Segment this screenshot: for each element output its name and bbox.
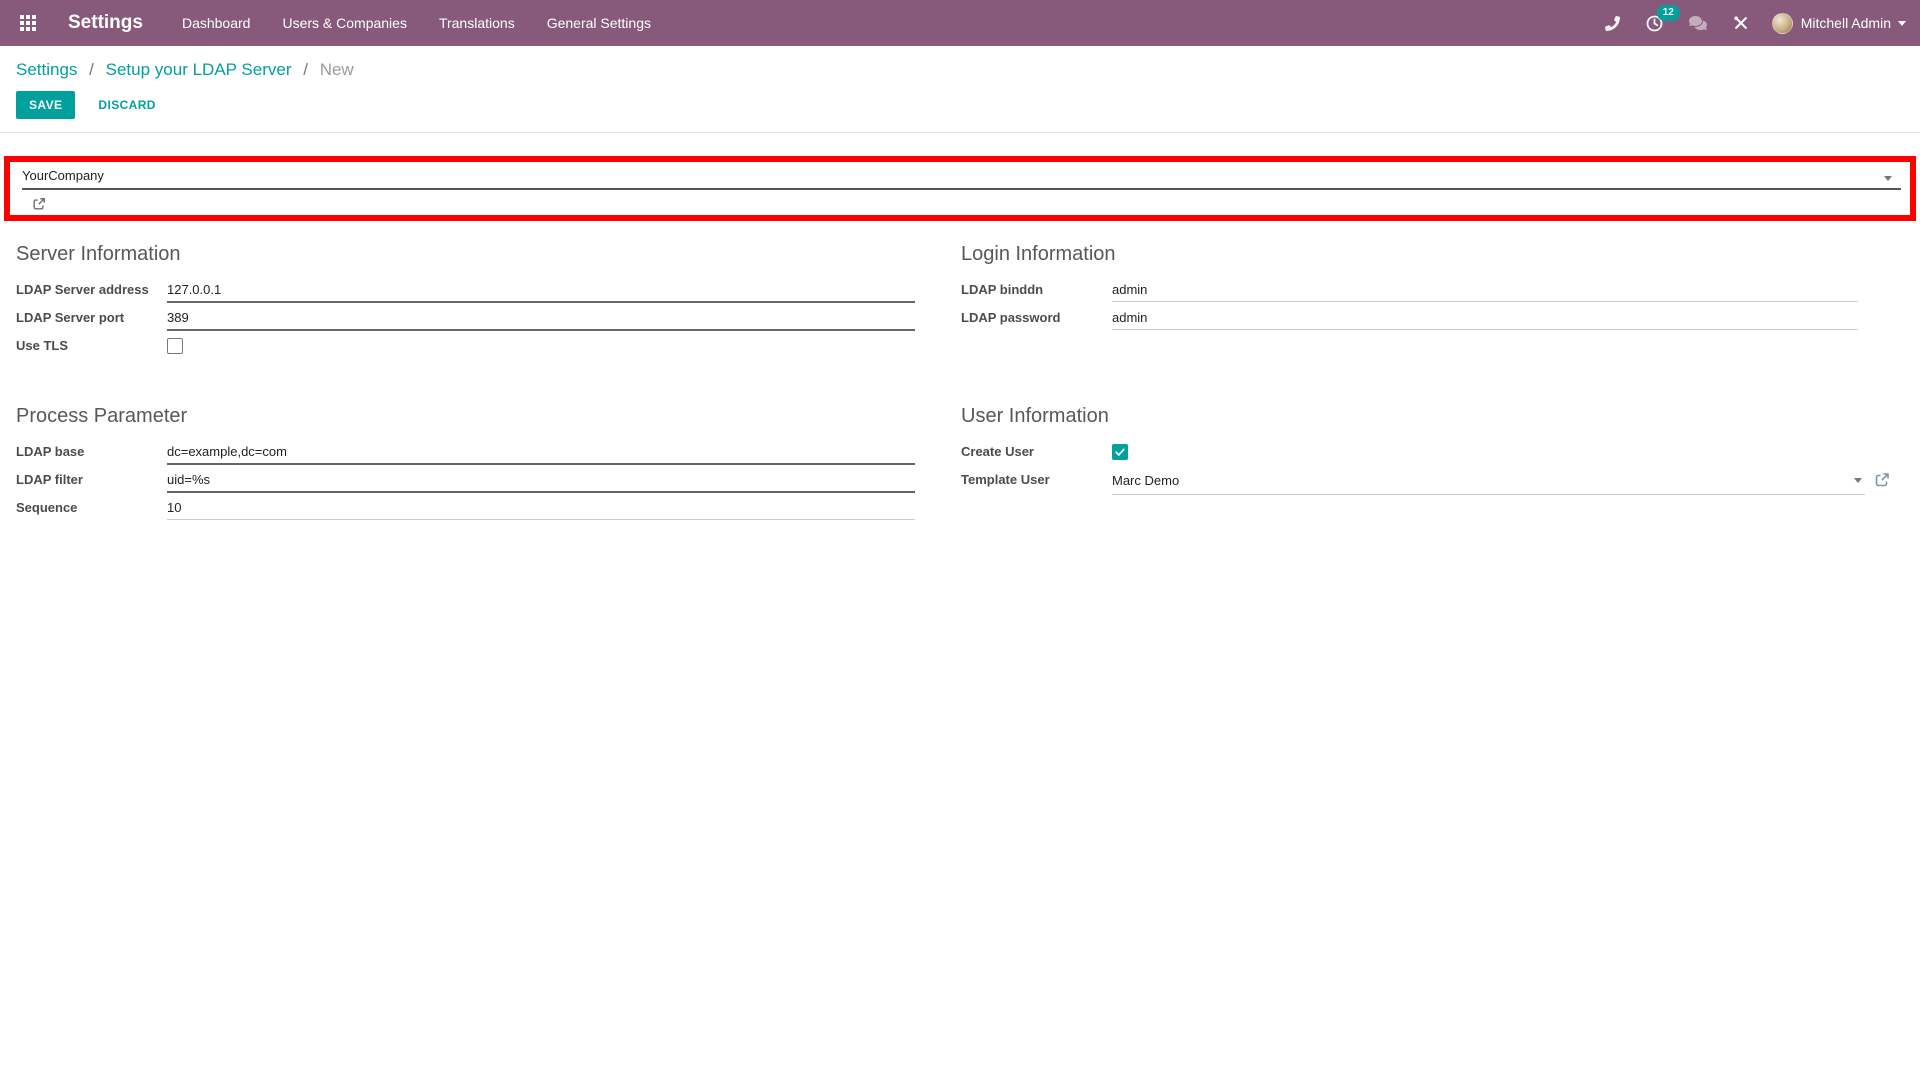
field-label: Use TLS <box>16 338 69 353</box>
systray: 12 Mitchell Admin <box>1592 4 1906 38</box>
breadcrumb-current: New <box>319 60 354 79</box>
apps-menu-button[interactable] <box>12 9 44 37</box>
field-row-ldap-address: LDAP Server address 127.0.0.1 <box>16 279 915 307</box>
top-navbar: Settings Dashboard Users & Companies Tra… <box>0 0 1920 46</box>
menu-item-general-settings[interactable]: General Settings <box>534 8 664 38</box>
chat-bubbles-icon <box>1688 15 1707 31</box>
ldap-server-form: Server Information LDAP Server address 1… <box>0 221 1920 525</box>
field-label: Create User <box>961 444 1034 459</box>
section-process-parameter: Process Parameter LDAP base dc=example,d… <box>16 405 915 525</box>
ldap-address-input[interactable]: 127.0.0.1 <box>167 279 915 303</box>
section-login-information: Login Information LDAP binddn admin LDAP… <box>961 243 1890 363</box>
apps-grid-icon <box>20 15 36 31</box>
breadcrumb-link-ldap[interactable]: Setup your LDAP Server <box>106 60 292 79</box>
menu-item-users-companies[interactable]: Users & Companies <box>269 8 420 38</box>
ldap-filter-input[interactable]: uid=%s <box>167 469 915 493</box>
breadcrumb-separator: / <box>89 60 94 79</box>
field-label: LDAP Server port <box>16 310 125 325</box>
control-panel: Settings / Setup your LDAP Server / New … <box>0 46 1920 133</box>
sequence-input[interactable]: 10 <box>167 497 915 520</box>
breadcrumb: Settings / Setup your LDAP Server / New <box>16 60 1904 80</box>
save-button[interactable]: SAVE <box>16 91 76 119</box>
breadcrumb-link-settings[interactable]: Settings <box>16 60 77 79</box>
external-link-icon[interactable] <box>1874 472 1890 488</box>
external-link-icon[interactable] <box>32 197 1901 211</box>
field-label: Sequence <box>16 500 78 515</box>
ldap-base-input[interactable]: dc=example,dc=com <box>167 441 915 465</box>
field-label: LDAP Server address <box>16 282 149 297</box>
section-title: Login Information <box>961 243 1116 265</box>
field-row-ldap-password: LDAP password admin <box>961 307 1890 335</box>
user-avatar <box>1771 12 1793 34</box>
dropdown-caret-icon[interactable] <box>1884 176 1892 181</box>
company-value: YourCompany <box>22 168 104 183</box>
section-server-information: Server Information LDAP Server address 1… <box>16 243 915 363</box>
control-panel-buttons: SAVE DISCARD <box>16 91 1904 119</box>
field-row-ldap-port: LDAP Server port 389 <box>16 307 915 335</box>
company-external-row <box>22 190 1901 212</box>
use-tls-checkbox[interactable] <box>167 338 183 354</box>
field-label: Template User <box>961 472 1050 487</box>
chevron-down-icon <box>1898 20 1906 26</box>
section-title: Server Information <box>16 243 181 265</box>
voip-button[interactable] <box>1592 10 1633 37</box>
activities-button[interactable]: 12 <box>1633 4 1680 38</box>
field-label: LDAP binddn <box>961 282 1044 297</box>
ldap-password-input[interactable]: admin <box>1112 307 1858 330</box>
tools-icon <box>1733 15 1749 31</box>
dropdown-caret-icon[interactable] <box>1854 478 1862 483</box>
menu-item-dashboard[interactable]: Dashboard <box>169 8 264 38</box>
breadcrumb-separator: / <box>303 60 308 79</box>
phone-icon <box>1604 15 1620 31</box>
discard-button[interactable]: DISCARD <box>92 91 161 119</box>
template-user-value: Marc Demo <box>1112 473 1180 488</box>
debug-tools-button[interactable] <box>1720 9 1762 37</box>
ldap-port-input[interactable]: 389 <box>167 307 915 331</box>
field-row-template-user: Template User Marc Demo <box>961 469 1890 497</box>
field-row-ldap-filter: LDAP filter uid=%s <box>16 469 915 497</box>
app-title[interactable]: Settings <box>68 12 143 34</box>
company-field-highlight: YourCompany <box>4 156 1916 221</box>
main-menu: Dashboard Users & Companies Translations… <box>169 8 664 38</box>
create-user-checkbox[interactable] <box>1112 444 1128 460</box>
field-row-ldap-binddn: LDAP binddn admin <box>961 279 1890 307</box>
field-label: LDAP password <box>961 310 1061 325</box>
section-title: Process Parameter <box>16 405 188 427</box>
field-label: LDAP filter <box>16 472 83 487</box>
company-dropdown[interactable]: YourCompany <box>22 167 1901 190</box>
field-row-ldap-base: LDAP base dc=example,dc=com <box>16 441 915 469</box>
ldap-binddn-input[interactable]: admin <box>1112 279 1858 302</box>
section-user-information: User Information Create User Template Us… <box>961 405 1890 525</box>
menu-item-translations[interactable]: Translations <box>426 8 528 38</box>
field-row-use-tls: Use TLS <box>16 335 915 363</box>
messages-button[interactable] <box>1676 9 1720 37</box>
user-menu[interactable]: Mitchell Admin <box>1771 12 1906 34</box>
field-label: LDAP base <box>16 444 85 459</box>
check-icon <box>1114 446 1126 458</box>
section-title: User Information <box>961 405 1109 427</box>
user-name: Mitchell Admin <box>1800 15 1891 31</box>
template-user-field: Marc Demo <box>1112 469 1890 495</box>
field-row-sequence: Sequence 10 <box>16 497 915 525</box>
template-user-dropdown[interactable]: Marc Demo <box>1112 469 1865 495</box>
field-row-create-user: Create User <box>961 441 1890 469</box>
